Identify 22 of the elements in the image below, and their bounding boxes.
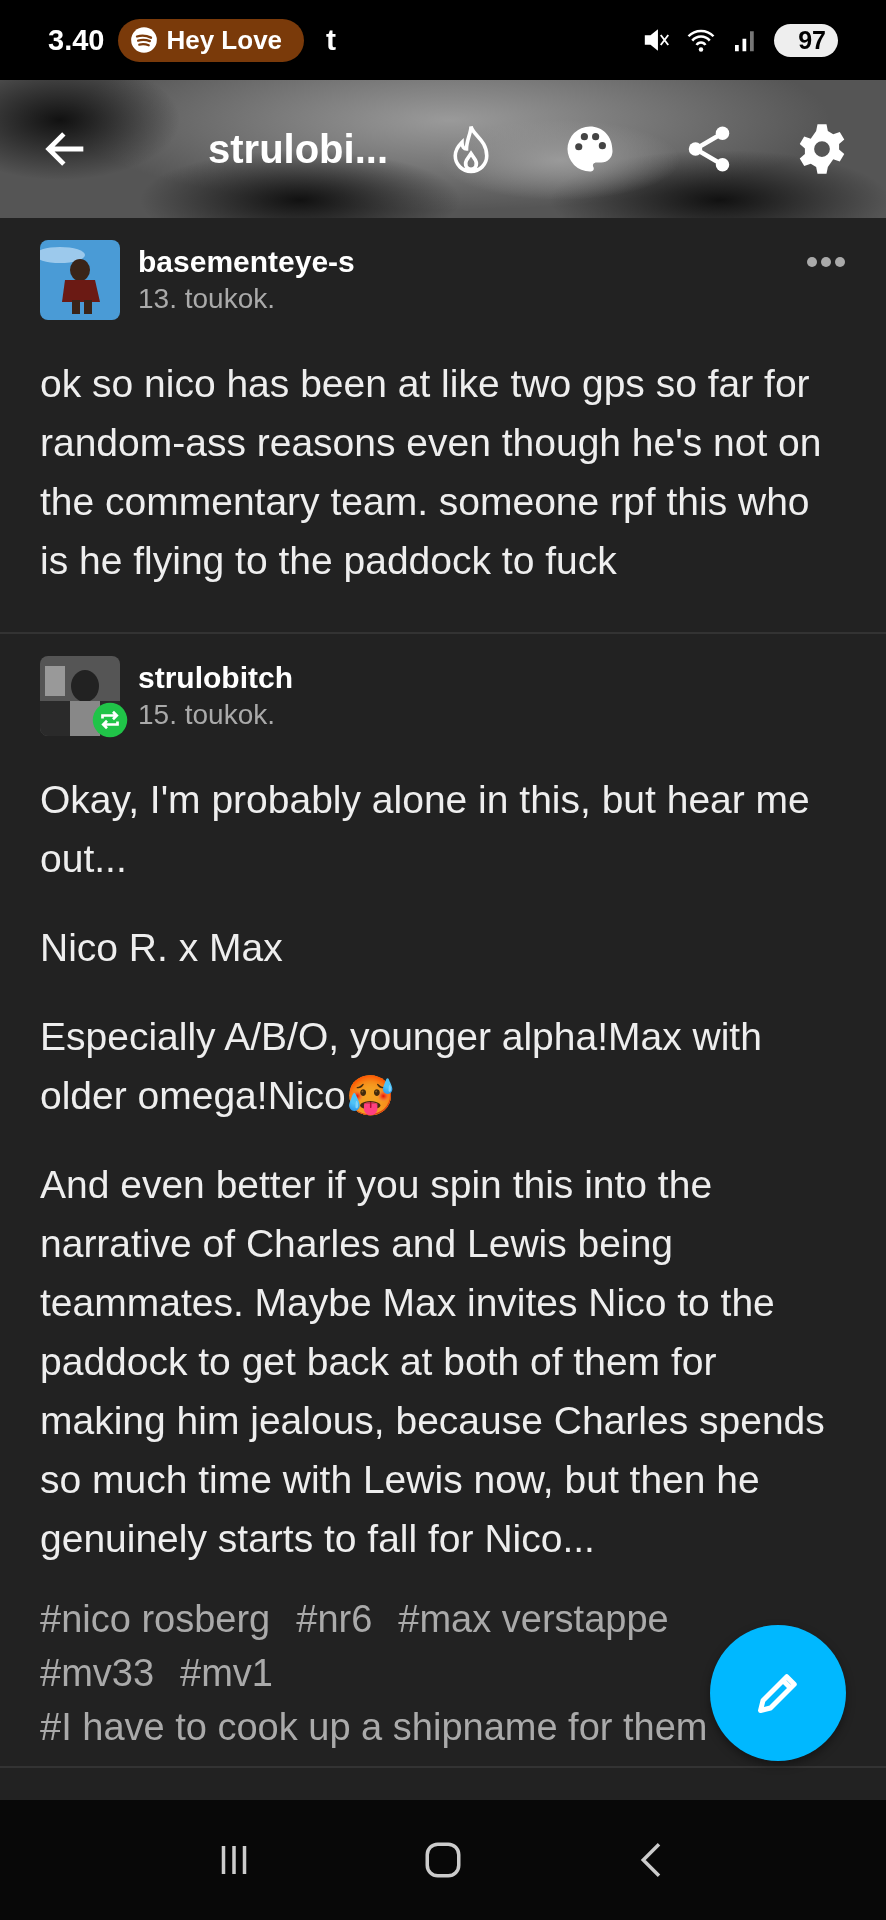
clock-time: 3.40 <box>48 23 105 57</box>
author-name[interactable]: basementeye-s <box>138 245 788 279</box>
post-text: Especially A/B/O, younger alpha!Max with older omega!Nico🥵 <box>40 1014 763 1119</box>
post-text: ok so nico has been at like two gps so far for random-ass reasons even though he's not on the commentary team. someone rpf this who is he flying to the paddock to fuck <box>40 361 823 584</box>
more-options-icon[interactable] <box>806 256 846 268</box>
blog-title: strulobi... <box>208 126 389 172</box>
post-date: 15. toukok. <box>138 699 276 731</box>
tag-link[interactable]: #I have to cook up a shipname for them <box>40 1700 708 1754</box>
tag-link[interactable]: #nr6 <box>296 1592 373 1646</box>
post-date: 13. toukok. <box>138 283 276 315</box>
post-text: Okay, I'm probably alone in this, but hear me out... <box>40 777 811 882</box>
post-text: Nico R. x Max <box>40 925 284 971</box>
media-chip[interactable]: Hey Love <box>118 18 305 62</box>
music-app-icon <box>130 26 159 54</box>
app-notification-letter: t <box>326 23 337 57</box>
author-name[interactable]: strulobitch <box>138 661 846 695</box>
tag-link[interactable]: #mv1 <box>180 1646 273 1700</box>
tag-link[interactable]: #nico rosberg <box>40 1592 271 1646</box>
tag-link[interactable]: #mv33 <box>40 1646 155 1700</box>
tag-link[interactable]: #max verstappe <box>398 1592 669 1646</box>
post-text: And even better if you spin this into the narrative of Charles and Lewis being teammates. Maybe Max invites Nico to the paddock to get back at both of them for making him jealous, because Charles spends so much time with Lewis now, but then he genuinely starts to fall for Nico... <box>40 1162 826 1562</box>
battery-indicator: 97 <box>774 23 838 57</box>
